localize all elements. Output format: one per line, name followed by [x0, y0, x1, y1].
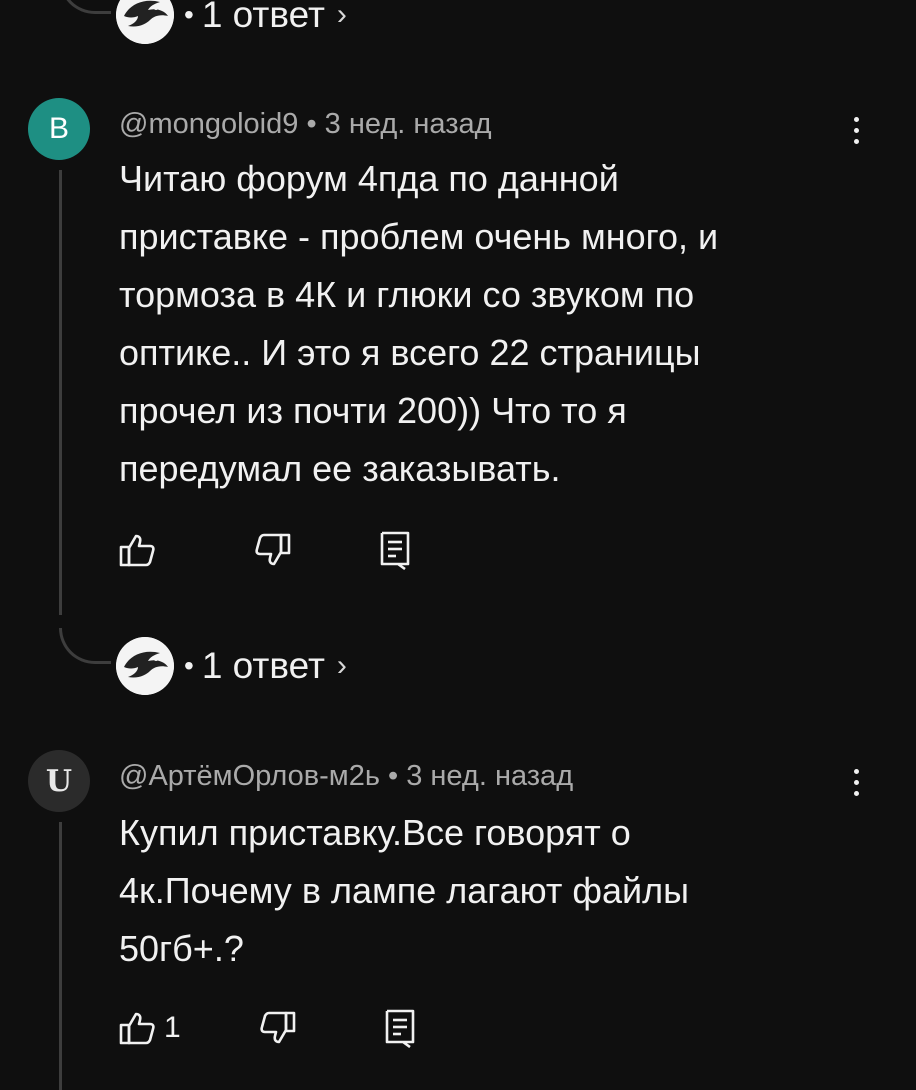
comment-body-line: Купил приставку.Все говорят о	[119, 812, 631, 853]
view-replies-button[interactable]: • 1 ответ ›	[116, 0, 347, 45]
comment-time[interactable]: 3 нед. назад	[406, 760, 573, 792]
thread-line	[59, 170, 62, 615]
reply-icon	[385, 1009, 414, 1048]
dislike-button[interactable]	[254, 531, 292, 569]
thread-connector	[59, 0, 111, 14]
separator-dot: •	[184, 0, 194, 30]
chevron-right-icon: ›	[336, 649, 347, 682]
reply-count-label: 1 ответ	[201, 0, 325, 35]
comment-body-line: Читаю форум 4пда по данной	[119, 158, 619, 199]
comment-body-line: прочел из почти 200)) Что то я	[119, 390, 627, 431]
comment-body-line: оптике.. И это я всего 22 страницы	[119, 332, 701, 373]
more-vert-icon[interactable]	[836, 105, 876, 155]
eagle-avatar-icon	[116, 0, 174, 44]
chevron-right-icon: ›	[336, 0, 347, 31]
reply-button[interactable]	[378, 530, 412, 570]
comment-body-line: тормоза в 4К и глюки со звуком по	[119, 274, 695, 315]
comment-author[interactable]: @АртёмОрлов-м2ь	[119, 760, 380, 792]
separator-dot: •	[184, 650, 194, 681]
like-icon	[119, 1012, 155, 1045]
comment-time[interactable]: 3 нед. назад	[325, 108, 492, 140]
comment-body: Читаю форум 4пда по данной приставке - п…	[119, 150, 839, 498]
comment-actions	[118, 530, 412, 570]
avatar-letter: В	[48, 112, 69, 145]
separator-dot: •	[306, 108, 317, 140]
comments-screen: • 1 ответ › В @mongoloid9 • 3 нед. назад…	[0, 0, 916, 1090]
dislike-button[interactable]	[259, 1009, 297, 1047]
reply-button[interactable]	[383, 1008, 417, 1048]
comment-body-line: передумал ее заказывать.	[119, 448, 561, 489]
thread-line	[59, 822, 62, 1090]
comment-meta: @АртёмОрлов-м2ь • 3 нед. назад	[119, 760, 573, 793]
reply-count-label: 1 ответ	[201, 645, 325, 686]
comment-author[interactable]: @mongoloid9	[119, 108, 298, 140]
avatar[interactable]: В	[28, 98, 90, 160]
like-button[interactable]	[118, 531, 156, 569]
separator-dot: •	[388, 760, 399, 792]
comment-body-line: 50гб+.?	[119, 928, 244, 969]
like-icon	[119, 534, 155, 567]
comment-body-line: 4к.Почему в лампе лагают файлы	[119, 870, 689, 911]
thread-connector	[59, 628, 111, 664]
more-vert-icon[interactable]	[836, 757, 876, 807]
like-button[interactable]: 1	[118, 1009, 181, 1047]
comment-actions: 1	[118, 1008, 417, 1048]
comment-meta: @mongoloid9 • 3 нед. назад	[119, 108, 492, 141]
eagle-avatar-icon	[116, 637, 174, 695]
dislike-icon	[260, 1011, 295, 1044]
avatar[interactable]: U	[28, 750, 90, 812]
like-count: 1	[164, 1011, 181, 1044]
comment-body: Купил приставку.Все говорят о 4к.Почему …	[119, 804, 839, 978]
reply-icon	[380, 531, 410, 570]
avatar-letter: U	[45, 763, 73, 799]
view-replies-button[interactable]: • 1 ответ ›	[116, 636, 347, 696]
dislike-icon	[255, 533, 291, 566]
comment-body-line: приставке - проблем очень много, и	[119, 216, 719, 257]
